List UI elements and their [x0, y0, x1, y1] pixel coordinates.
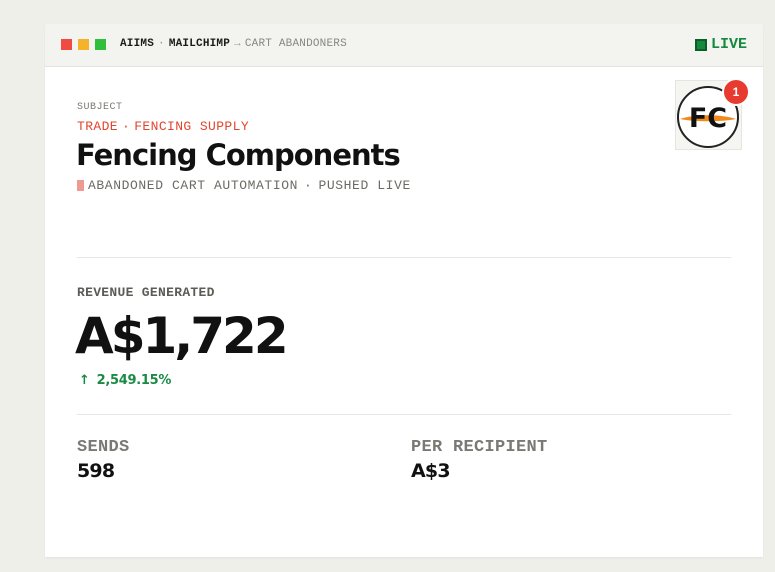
per-recipient-value: A$3: [411, 460, 451, 482]
breadcrumb-audience: CART ABANDONERS: [244, 38, 347, 50]
trade-value: FENCING SUPPLY: [134, 119, 250, 134]
live-status-icon: [694, 38, 707, 51]
maximize-window-button[interactable]: [95, 39, 106, 50]
revenue-label: REVENUE GENERATED: [77, 285, 215, 300]
section-divider: [77, 257, 731, 258]
per-recipient-label: PER RECIPIENT: [411, 438, 548, 457]
status-separator: ·: [304, 178, 313, 193]
logo-text: FC: [689, 103, 727, 134]
page-title: Fencing Components: [76, 138, 401, 172]
card-window: AIIMS · MAILCHIMP → CART ABANDONERS LIVE SUB…: [45, 24, 763, 557]
breadcrumb-separator: ·: [158, 38, 165, 50]
sends-label: SENDS: [77, 438, 130, 457]
trade-separator: ·: [122, 119, 131, 134]
close-window-button[interactable]: [61, 39, 72, 50]
subject-label: SUBJECT: [77, 102, 123, 113]
revenue-value: A$1,722: [75, 307, 289, 365]
title-bar: AIIMS · MAILCHIMP → CART ABANDONERS LIVE: [45, 24, 763, 67]
sends-value: 598: [77, 460, 115, 482]
section-divider: [77, 414, 731, 415]
live-status-label: LIVE: [710, 36, 747, 53]
automation-status: PUSHED LIVE: [318, 178, 411, 193]
revenue-change: ↑ 2,549.15%: [79, 373, 171, 388]
status-marker-icon: [77, 180, 84, 191]
breadcrumb-platform[interactable]: MAILCHIMP: [169, 38, 230, 50]
breadcrumb-account[interactable]: AIIMS: [120, 38, 154, 50]
live-indicator: LIVE: [694, 36, 747, 53]
breadcrumb: AIIMS · MAILCHIMP → CART ABANDONERS: [120, 38, 347, 50]
automation-status-line: ABANDONED CART AUTOMATION · PUSHED LIVE: [77, 178, 411, 193]
notification-badge: 1: [722, 78, 750, 106]
minimize-window-button[interactable]: [78, 39, 89, 50]
revenue-change-value: 2,549.15%: [96, 373, 172, 388]
trade-line: TRADE · FENCING SUPPLY: [77, 119, 249, 134]
automation-type: ABANDONED CART AUTOMATION: [88, 178, 299, 193]
trade-label: TRADE: [77, 119, 119, 134]
arrow-up-icon: ↑: [79, 373, 90, 388]
breadcrumb-arrow-icon: →: [234, 38, 241, 50]
